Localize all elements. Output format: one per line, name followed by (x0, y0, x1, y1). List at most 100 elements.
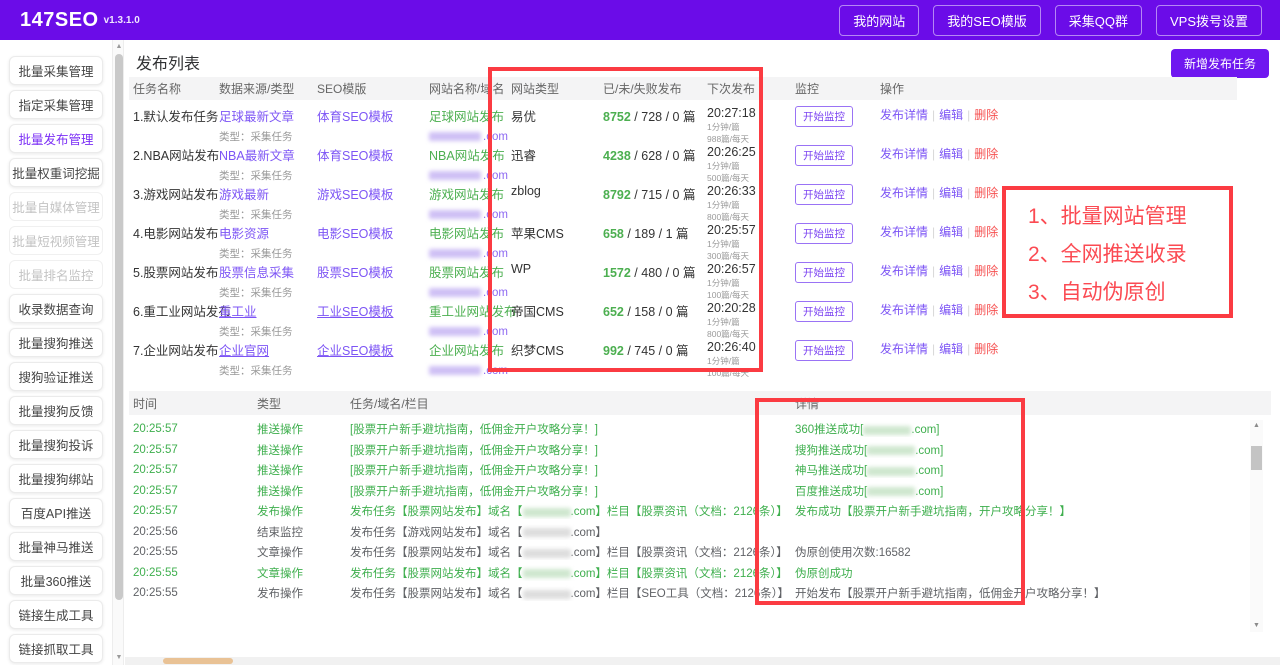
new-publish-task-button[interactable]: 新增发布任务 (1171, 49, 1270, 78)
log-type: 推送操作 (257, 444, 303, 457)
seo-template-link[interactable]: 企业SEO模板 (317, 344, 393, 358)
delete-link[interactable]: 删除 (974, 108, 998, 122)
sidebar-item[interactable]: 批量搜狗推送 (9, 328, 103, 357)
sidebar-item[interactable]: 批量权重词挖掘 (9, 158, 103, 187)
log-type: 结束监控 (257, 526, 303, 539)
top-nav-item[interactable]: 采集QQ群 (1054, 4, 1142, 36)
separator: | (967, 186, 971, 200)
log-table: 20:25:57 推送操作 [股票开户新手避坑指南，低佣金开户攻略分享！] 36… (129, 419, 1247, 604)
sidebar-item[interactable]: 批量采集管理 (9, 56, 103, 85)
source-link[interactable]: 足球最新文章 (219, 110, 294, 124)
source-link[interactable]: 游戏最新 (219, 188, 269, 202)
separator: | (932, 342, 936, 356)
sidebar-item[interactable]: 批量搜狗反馈 (9, 396, 103, 425)
log-scrollbar[interactable]: ▲ ▼ (1250, 420, 1263, 632)
source-link[interactable]: 股票信息采集 (219, 266, 294, 280)
publish-table-row: 1.默认发布任务 足球最新文章 类型：采集任务 体育SEO模板 足球网站发布 .… (129, 106, 1237, 145)
publish-rate-per-article: 1分钟/篇 (707, 239, 740, 249)
source-link[interactable]: 电影资源 (219, 227, 269, 241)
top-nav-item[interactable]: 我的SEO模版 (933, 4, 1041, 36)
site-type-cell: zblog (511, 184, 541, 198)
edit-link[interactable]: 编辑 (939, 186, 963, 200)
log-type: 推送操作 (257, 465, 303, 478)
edit-link[interactable]: 编辑 (939, 264, 963, 278)
remaining-failed-count: / 480 / 0 篇 (634, 266, 696, 280)
seo-template-link[interactable]: 股票SEO模板 (317, 266, 393, 280)
sidebar-item[interactable]: 批量短视频管理 (9, 226, 103, 255)
log-type: 文章操作 (257, 567, 303, 580)
publish-detail-link[interactable]: 发布详情 (880, 264, 928, 278)
delete-link[interactable]: 删除 (974, 264, 998, 278)
publish-detail-link[interactable]: 发布详情 (880, 303, 928, 317)
sidebar-item[interactable]: 批量排名监控 (9, 260, 103, 289)
horizontal-scrollbar[interactable] (125, 657, 1280, 665)
sidebar-item[interactable]: 百度API推送 (9, 498, 103, 527)
start-monitor-button[interactable]: 开始监控 (795, 223, 853, 244)
seo-template-link[interactable]: 电影SEO模板 (317, 227, 393, 241)
sidebar-item[interactable]: 指定采集管理 (9, 90, 103, 119)
edit-link[interactable]: 编辑 (939, 108, 963, 122)
published-count: 992 (603, 344, 624, 358)
edit-link[interactable]: 编辑 (939, 303, 963, 317)
start-monitor-button[interactable]: 开始监控 (795, 301, 853, 322)
top-nav-item[interactable]: 我的网站 (839, 4, 920, 36)
main-scrollbar[interactable]: ▲ ▼ (112, 40, 124, 665)
seo-template-link[interactable]: 游戏SEO模板 (317, 188, 393, 202)
seo-template-link[interactable]: 体育SEO模板 (317, 110, 393, 124)
source-type-label: 类型：采集任务 (219, 131, 293, 143)
main-scrollbar-thumb[interactable] (115, 54, 123, 600)
log-scroll-down-icon[interactable]: ▼ (1250, 620, 1263, 632)
delete-link[interactable]: 删除 (974, 342, 998, 356)
log-scrollbar-thumb[interactable] (1251, 446, 1262, 470)
log-scroll-up-icon[interactable]: ▲ (1250, 420, 1263, 432)
data-source-cell: 电影资源 类型：采集任务 (215, 223, 313, 261)
log-row: 20:25:55 发布操作 发布任务【股票网站发布】域名【 .com】栏目【SEO… (129, 583, 1247, 604)
delete-link[interactable]: 删除 (974, 186, 998, 200)
publish-detail-link[interactable]: 发布详情 (880, 147, 928, 161)
publish-detail-link[interactable]: 发布详情 (880, 225, 928, 239)
sidebar-item[interactable]: 链接抓取工具 (9, 634, 103, 663)
source-link[interactable]: 重工业 (219, 305, 257, 319)
sidebar-item[interactable]: 批量360推送 (9, 566, 103, 595)
source-link[interactable]: 企业官网 (219, 344, 269, 358)
start-monitor-button[interactable]: 开始监控 (795, 262, 853, 283)
start-monitor-button[interactable]: 开始监控 (795, 145, 853, 166)
horizontal-scrollbar-thumb[interactable] (163, 658, 233, 664)
site-cell: 游戏网站发布 .com (425, 184, 508, 221)
publish-detail-link[interactable]: 发布详情 (880, 108, 928, 122)
sidebar-item[interactable]: 批量发布管理 (9, 124, 103, 153)
start-monitor-button[interactable]: 开始监控 (795, 184, 853, 205)
task-name-cell: 5.股票网站发布 (133, 266, 219, 280)
top-nav: 我的网站 我的SEO模版 采集QQ群 VPS拨号设置 (839, 4, 1262, 36)
sidebar-item[interactable]: 搜狗验证推送 (9, 362, 103, 391)
sidebar-item[interactable]: 批量神马推送 (9, 532, 103, 561)
edit-link[interactable]: 编辑 (939, 147, 963, 161)
top-nav-item[interactable]: VPS拨号设置 (1155, 4, 1262, 36)
domain-redacted (429, 288, 481, 298)
col-monitor: 监控 (795, 82, 820, 96)
delete-link[interactable]: 删除 (974, 147, 998, 161)
sidebar-item[interactable]: 批量搜狗绑站 (9, 464, 103, 493)
source-link[interactable]: NBA最新文章 (219, 149, 295, 163)
publish-rate-per-day: 800篇/每天 (707, 329, 750, 339)
delete-link[interactable]: 删除 (974, 303, 998, 317)
task-name-cell: 7.企业网站发布 (133, 344, 219, 358)
edit-link[interactable]: 编辑 (939, 225, 963, 239)
start-monitor-button[interactable]: 开始监控 (795, 340, 853, 361)
edit-link[interactable]: 编辑 (939, 342, 963, 356)
sidebar-item[interactable]: 收录数据查询 (9, 294, 103, 323)
publish-detail-link[interactable]: 发布详情 (880, 342, 928, 356)
sidebar-item[interactable]: 批量搜狗投诉 (9, 430, 103, 459)
scroll-up-icon[interactable]: ▲ (113, 41, 125, 53)
sidebar-item[interactable]: 批量自媒体管理 (9, 192, 103, 221)
publish-detail-link[interactable]: 发布详情 (880, 186, 928, 200)
log-task: [股票开户新手避坑指南，低佣金开户攻略分享！] (350, 465, 598, 478)
delete-link[interactable]: 删除 (974, 225, 998, 239)
start-monitor-button[interactable]: 开始监控 (795, 106, 853, 127)
sidebar-item[interactable]: 链接生成工具 (9, 600, 103, 629)
scroll-down-icon[interactable]: ▼ (113, 652, 125, 664)
source-type-label: 类型：采集任务 (219, 170, 293, 182)
seo-template-link[interactable]: 工业SEO模板 (317, 305, 393, 319)
site-type-cell: 织梦CMS (511, 344, 564, 358)
seo-template-link[interactable]: 体育SEO模板 (317, 149, 393, 163)
